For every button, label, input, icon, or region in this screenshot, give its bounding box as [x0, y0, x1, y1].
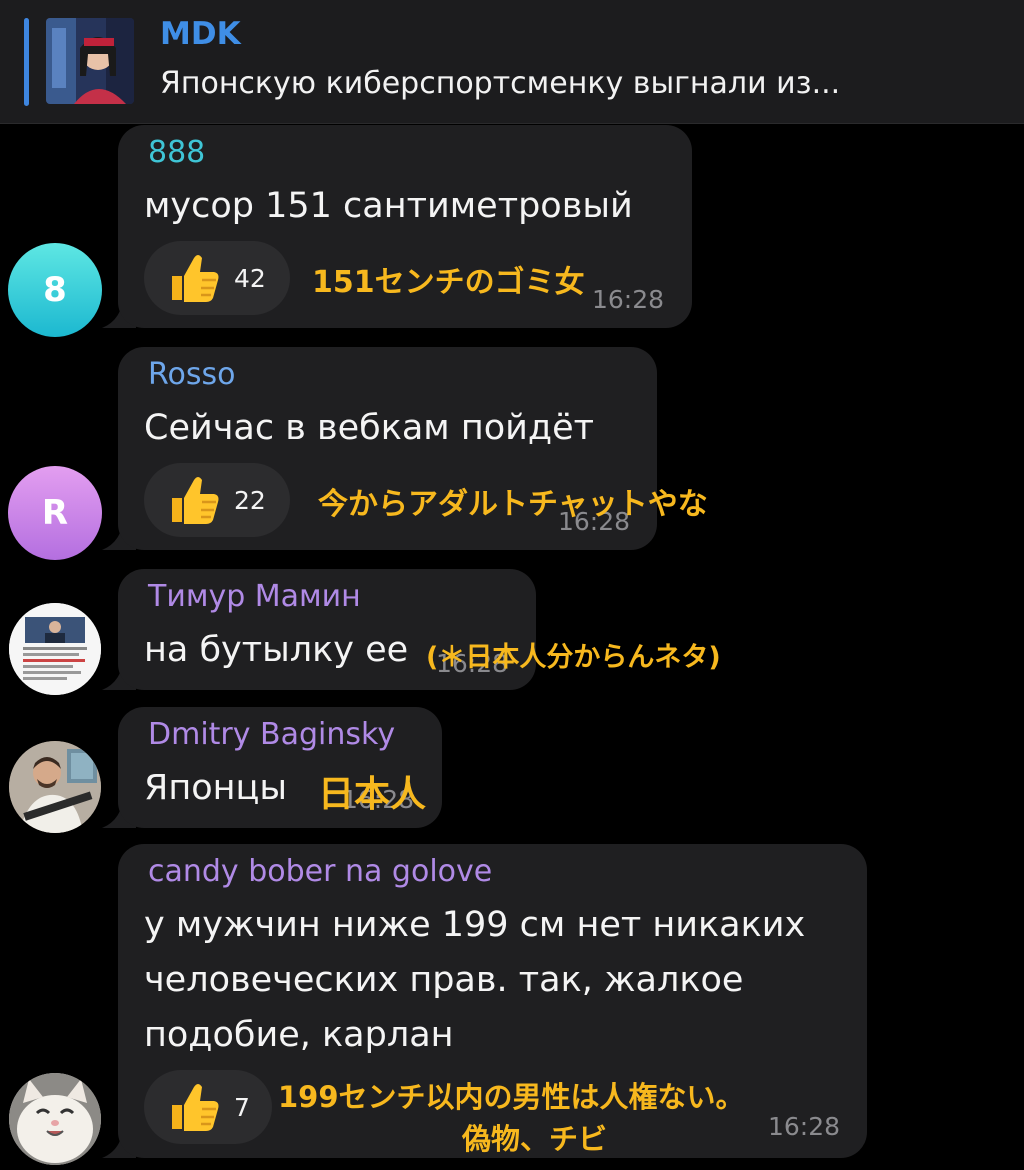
reaction-count: 42: [234, 263, 266, 293]
reaction-chip[interactable]: 42: [144, 241, 290, 315]
message-text: мусор 151 сантиметровый: [144, 186, 633, 226]
sender-name[interactable]: Тимур Мамин: [148, 579, 361, 614]
translation-note-line: 199センチ以内の男性は人権ない。: [278, 1080, 745, 1114]
translation-note: 日本人: [318, 774, 427, 815]
message-text-line: у мужчин ниже 199 см нет никаких: [144, 905, 806, 945]
message-bubble[interactable]: candy bober na golove у мужчин ниже 199 …: [118, 844, 867, 1158]
avatar[interactable]: [9, 741, 101, 833]
avatar-letter: 8: [43, 270, 67, 310]
avatar[interactable]: 8: [8, 243, 102, 337]
message-text-line: человеческих прав. так, жалкое: [144, 960, 744, 1000]
reaction-count: 22: [234, 485, 266, 515]
pinned-accent-bar: [24, 18, 29, 106]
translation-note-line: 偽物、チビ: [462, 1122, 608, 1156]
reaction-chip[interactable]: 7: [144, 1070, 272, 1144]
avatar-image: [9, 741, 101, 833]
translation-note: 今からアダルトチャットやな: [318, 487, 708, 522]
translation-note: (＊日本人分からんネタ): [426, 642, 721, 673]
message-text: Сейчас в вебкам пойдёт: [144, 408, 594, 448]
cat-avatar-icon: [9, 1073, 101, 1165]
avatar-image: [9, 603, 101, 695]
message-bubble[interactable]: Dmitry Baginsky Японцы 16:28 日本人: [118, 707, 442, 828]
avatar-letter: R: [41, 493, 69, 533]
message-time: 16:28: [768, 1112, 841, 1141]
message-bubble[interactable]: Rosso Сейчас в вебкам пойдёт 22 16:28 今か…: [118, 347, 708, 550]
thumbs-up-icon: [172, 1084, 219, 1131]
pinned-preview-text: Японскую киберспортсменку выгнали из...: [160, 66, 841, 101]
sender-name[interactable]: 888: [148, 135, 205, 170]
sender-name[interactable]: candy bober na golove: [148, 854, 492, 889]
sender-name[interactable]: Rosso: [148, 357, 235, 392]
reaction-count: 7: [234, 1092, 250, 1122]
pinned-thumbnail: [46, 18, 134, 104]
pinned-message-bar[interactable]: MDK Японскую киберспортсменку выгнали из…: [0, 0, 1024, 124]
sender-name[interactable]: Dmitry Baginsky: [148, 717, 395, 752]
translation-note: 151センチのゴミ女: [312, 265, 585, 300]
reaction-chip[interactable]: 22: [144, 463, 290, 537]
avatar[interactable]: R: [8, 466, 102, 560]
pinned-channel-name: MDK: [160, 16, 241, 52]
message-text-line: подобие, карлан: [144, 1015, 454, 1055]
avatar[interactable]: [9, 1073, 101, 1165]
thumbs-up-icon: [172, 477, 219, 524]
message-time: 16:28: [592, 285, 665, 314]
thumbs-up-icon: [172, 255, 219, 302]
message-bubble[interactable]: 888 мусор 151 сантиметровый 42 16:28 151…: [118, 125, 692, 328]
message-text: Японцы: [144, 768, 287, 808]
message-text: на бутылку ее: [144, 630, 409, 670]
message-bubble[interactable]: Тимур Мамин на бутылку ее 16:28 (＊日本人分から…: [118, 569, 721, 690]
avatar[interactable]: [9, 603, 101, 695]
